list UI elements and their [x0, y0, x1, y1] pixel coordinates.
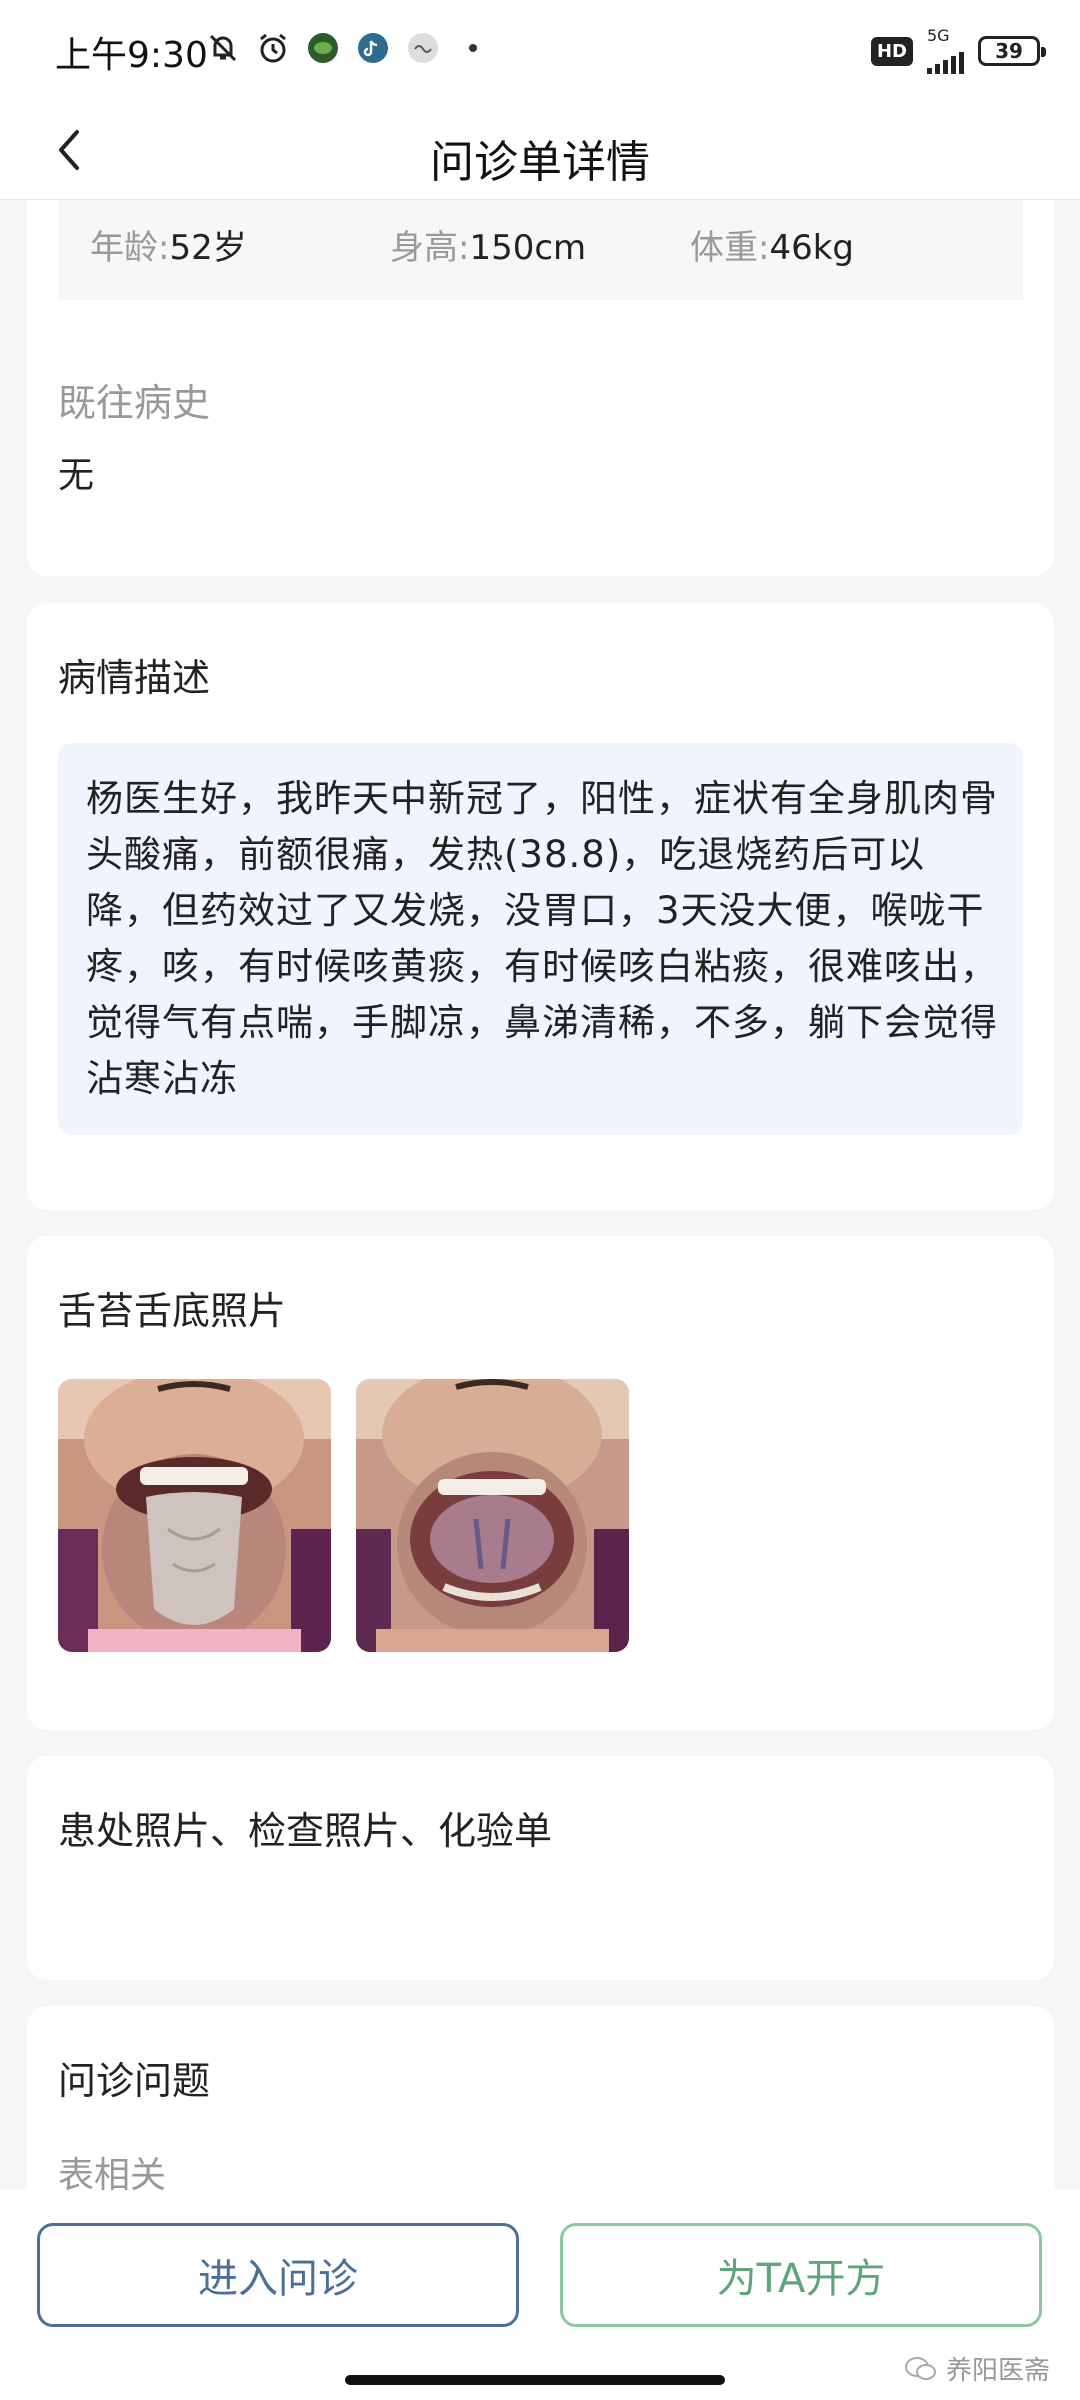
- condition-description-card: 病情描述 杨医生好，我昨天中新冠了，阳性，症状有全身肌肉骨头酸痛，前额很痛，发热…: [27, 603, 1054, 1210]
- watermark-text: 养阳医斋: [945, 2356, 1050, 2386]
- battery-level: 39: [995, 39, 1023, 63]
- patient-metrics: 年龄:52岁 身高:150cm 体重:46kg: [58, 200, 1023, 300]
- signal-icon: 5G: [927, 28, 964, 74]
- medical-history-value: 无: [58, 455, 95, 496]
- mute-bell-icon: [205, 30, 241, 66]
- exam-photos-card: 患处照片、检查照片、化验单: [27, 1756, 1054, 1980]
- section-title: 患处照片、检查照片、化验单: [58, 1809, 553, 1853]
- medical-history-label: 既往病史: [58, 381, 211, 425]
- alarm-clock-icon: [255, 30, 291, 66]
- wechat-icon: [904, 2356, 936, 2380]
- system-status: HD 5G 39: [870, 28, 1046, 74]
- hd-badge: HD: [870, 36, 913, 66]
- weight-value: 46kg: [769, 228, 855, 268]
- notification-icons: [205, 28, 491, 68]
- app-notification-icon-2: [405, 30, 441, 66]
- watermark: 养阳医斋: [904, 2350, 1050, 2387]
- nav-bar: 问诊单详情: [0, 100, 1080, 200]
- tongue-surface-photo[interactable]: [58, 1379, 331, 1652]
- section-title: 舌苔舌底照片: [58, 1289, 287, 1333]
- condition-description-text: 杨医生好，我昨天中新冠了，阳性，症状有全身肌肉骨头酸痛，前额很痛，发热(38.8…: [58, 743, 1023, 1135]
- status-time: 上午9:30: [55, 35, 208, 76]
- age-value: 52岁: [169, 228, 247, 268]
- age-label: 年龄:: [90, 228, 170, 268]
- page-title: 问诊单详情: [430, 137, 650, 188]
- home-indicator[interactable]: [345, 2375, 725, 2385]
- battery-icon: 39: [978, 36, 1046, 66]
- section-title: 问诊问题: [58, 2059, 211, 2103]
- prescribe-button[interactable]: 为TA开方: [560, 2223, 1042, 2327]
- weight-label: 体重:: [690, 228, 770, 268]
- height-value: 150cm: [469, 228, 587, 268]
- status-bar: 上午9:30 HD 5G 39: [0, 0, 1080, 100]
- consultation-questions-card: 问诊问题 表相关: [27, 2006, 1054, 2206]
- age-field: 年龄:52岁: [90, 220, 247, 269]
- app-notification-icon: [305, 30, 341, 66]
- more-notifications-dot: [455, 30, 491, 66]
- height-field: 身高:150cm: [390, 220, 586, 269]
- section-title: 病情描述: [58, 656, 211, 700]
- bottom-action-bar: 进入问诊 为TA开方 养阳医斋: [0, 2190, 1080, 2400]
- tiktok-icon: [355, 30, 391, 66]
- enter-consultation-button[interactable]: 进入问诊: [37, 2223, 519, 2327]
- weight-field: 体重:46kg: [690, 220, 854, 269]
- height-label: 身高:: [390, 228, 470, 268]
- tongue-photos-card: 舌苔舌底照片: [27, 1236, 1054, 1730]
- network-type: 5G: [927, 26, 950, 45]
- tongue-underside-photo[interactable]: [356, 1379, 629, 1652]
